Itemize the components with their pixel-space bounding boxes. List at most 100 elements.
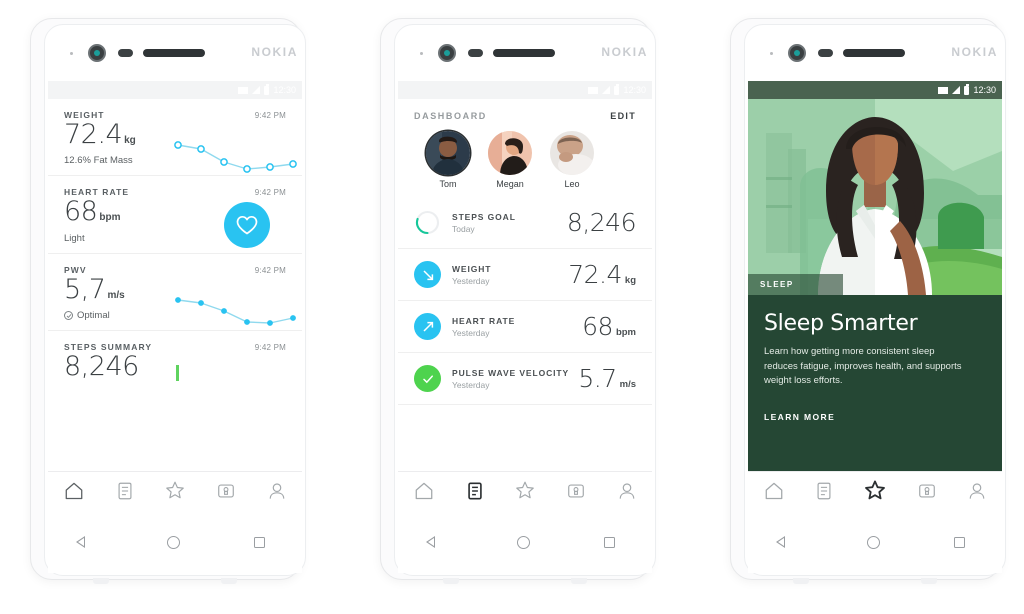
weight-sparkline-chart (174, 141, 297, 173)
value-unit: m/s (619, 379, 636, 390)
sidebar-item-programs[interactable] (514, 480, 536, 501)
sidebar-item-timeline[interactable] (815, 481, 833, 501)
hero-illustration: SLEEP (748, 99, 1002, 295)
list-item-value: 8,246 (567, 208, 637, 237)
recents-square-icon[interactable] (254, 536, 266, 548)
value-number: 68 (582, 312, 613, 341)
sensor-oval-icon (818, 49, 833, 57)
battery-icon (614, 83, 620, 95)
phone-2-screen: 12:30 DASHBOARD EDIT Tom Megan Leo STEPS… (398, 81, 652, 509)
value-unit: bpm (99, 212, 121, 224)
list-item[interactable]: Leo (550, 131, 594, 189)
avatar[interactable] (550, 131, 594, 175)
list-item-value: 5.7 m/s (578, 364, 636, 393)
device-icon (218, 484, 235, 497)
sidebar-item-profile[interactable] (617, 481, 637, 501)
check-circle-icon (64, 311, 73, 321)
measurement-list: STEPS GOAL Today 8,246 WEIGHT Yesterday … (398, 197, 652, 405)
sidebar-item-profile[interactable] (967, 481, 987, 501)
woman-in-white-shirt-illustration (748, 99, 1002, 295)
star-icon (166, 481, 184, 499)
edit-button[interactable]: EDIT (610, 111, 636, 121)
sidebar-item-home[interactable] (413, 481, 435, 501)
battery-icon (264, 83, 270, 95)
list-item-subtitle: Today (452, 223, 475, 234)
phone-1-screen: 12:30 WEIGHT 9:42 PM 72.4 kg 12.6% Fat Ma… (48, 81, 302, 509)
phone-foot-left (793, 578, 809, 584)
sidebar-item-timeline[interactable] (116, 481, 134, 501)
value-unit: kg (624, 275, 636, 286)
value-number: 72.4 (568, 260, 622, 289)
signal-icon (952, 86, 961, 94)
recents-square-icon[interactable] (604, 536, 616, 548)
back-triangle-icon[interactable] (75, 536, 94, 548)
list-item-steps-goal[interactable]: STEPS GOAL Today 8,246 (398, 197, 652, 249)
list-item[interactable]: Tom (426, 131, 470, 189)
proximity-sensor-icon (770, 52, 773, 55)
card-weight[interactable]: WEIGHT 9:42 PM 72.4 kg 12.6% Fat Mass (48, 99, 302, 177)
home-icon (415, 482, 433, 499)
star-icon (516, 481, 534, 499)
sidebar-item-devices[interactable] (216, 481, 236, 501)
sidebar-item-devices[interactable] (566, 481, 586, 501)
avatar[interactable] (488, 131, 532, 175)
sidebar-item-home[interactable] (63, 481, 85, 501)
value-number: 5,7 (64, 273, 106, 305)
card-pwv[interactable]: PWV 9:42 PM 5,7 m/s Optimal (48, 254, 302, 332)
list-item-title: STEPS GOAL (452, 211, 516, 222)
home-circle-icon[interactable] (167, 535, 181, 549)
learn-more-button[interactable]: LEARN MORE (764, 412, 986, 422)
article-panel: Sleep Smarter Learn how getting more con… (748, 295, 1002, 489)
list-item-label: Leo (564, 179, 580, 189)
pwv-sparkline-chart (175, 296, 296, 326)
sidebar-item-devices[interactable] (917, 481, 937, 501)
profile-icon (969, 482, 985, 499)
card-footer-text: 12.6% Fat Mass (64, 155, 133, 167)
category-tag: SLEEP (748, 274, 843, 295)
sensor-oval-icon (468, 49, 483, 57)
sidebar-item-profile[interactable] (267, 481, 287, 501)
sidebar-item-programs[interactable] (863, 479, 887, 502)
list-item-weight[interactable]: WEIGHT Yesterday 72.4 kg (398, 249, 652, 301)
brand-logo: NOKIA (951, 45, 998, 59)
status-time: 12:30 (623, 85, 646, 95)
battery-icon (964, 83, 970, 95)
recents-square-icon[interactable] (954, 536, 966, 548)
card-heart-rate[interactable]: HEART RATE 9:42 PM 68 bpm Light (48, 176, 302, 254)
avatar[interactable] (426, 131, 470, 175)
sensor-oval-icon (118, 49, 133, 57)
list-item-heart-rate[interactable]: HEART RATE Yesterday 68 bpm (398, 301, 652, 353)
phone-2: NOKIA 12:30 DASHBOARD EDIT Tom Megan Leo… (372, 18, 660, 596)
list-item-value: 68 bpm (582, 312, 636, 341)
signal-icon (602, 86, 611, 94)
back-triangle-icon[interactable] (425, 536, 444, 548)
android-navigation-bar (748, 511, 1002, 573)
android-navigation-bar (48, 511, 302, 573)
home-circle-icon[interactable] (867, 535, 881, 549)
phone-foot-left (93, 578, 109, 584)
proximity-sensor-icon (70, 52, 73, 55)
arrow-up-right-icon (414, 313, 441, 340)
sidebar-item-home[interactable] (763, 481, 785, 501)
home-circle-icon[interactable] (517, 535, 531, 549)
proximity-sensor-icon (420, 52, 423, 55)
phone-1: NOKIA 12:30 WEIGHT 9:42 PM 72.4 kg 12.6%… (22, 18, 310, 596)
profile-icon (619, 482, 635, 499)
sidebar-item-programs[interactable] (164, 480, 186, 501)
earpiece-speaker (493, 49, 555, 57)
phone-3-screen: 12:30 SLEEP Sleep Smarter Learn how gett… (748, 81, 1002, 509)
list-item-pulse-wave-velocity[interactable]: PULSE WAVE VELOCITY Yesterday 5.7 m/s (398, 353, 652, 405)
sidebar-item-timeline[interactable] (466, 481, 484, 501)
front-camera-icon (88, 44, 106, 62)
app-tabbar (748, 471, 1002, 509)
card-steps-summary[interactable]: STEPS SUMMARY 9:42 PM 8,246 (48, 331, 302, 382)
value-unit: bpm (615, 327, 636, 338)
status-bar: 12:30 (48, 81, 302, 99)
phone-body: NOKIA 12:30 SLEEP Sleep Smarter Learn ho… (730, 18, 1006, 584)
phone-foot-right (921, 578, 937, 584)
wifi-icon (238, 86, 249, 94)
phone-foot-right (221, 578, 237, 584)
back-triangle-icon[interactable] (775, 536, 794, 548)
list-item[interactable]: Megan (488, 131, 532, 189)
front-camera-icon (438, 44, 456, 62)
